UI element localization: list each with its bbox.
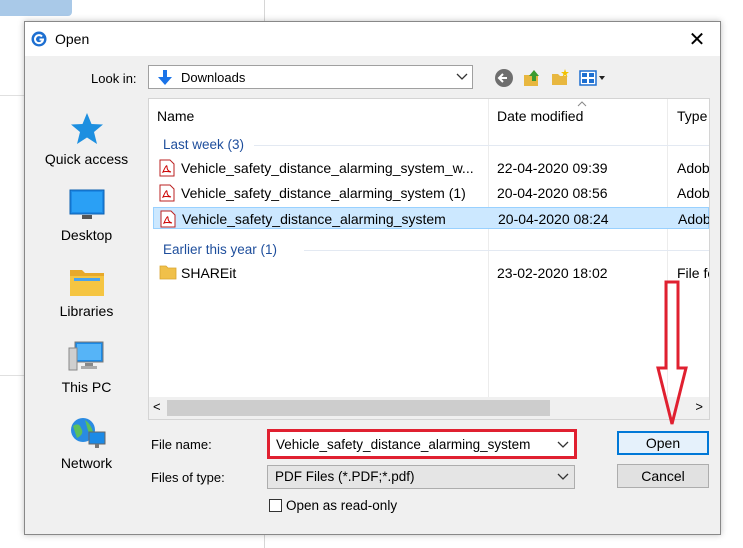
file-name: Vehicle_safety_distance_alarming_system …: [181, 185, 466, 201]
file-row-selected[interactable]: Vehicle_safety_distance_alarming_system …: [153, 207, 709, 229]
look-in-label: Look in:: [91, 71, 137, 86]
place-label: This PC: [61, 379, 112, 395]
file-date: 20-04-2020 08:56: [497, 185, 608, 201]
background-divider-bottom: [0, 375, 24, 376]
file-date: 23-02-2020 18:02: [497, 265, 608, 281]
group-header[interactable]: Last week (3): [163, 137, 244, 152]
file-type-label: Files of type:: [151, 470, 225, 485]
file-row[interactable]: Vehicle_safety_distance_alarming_system …: [153, 182, 709, 204]
pdf-icon: [159, 184, 175, 202]
place-this-pc[interactable]: This PC: [25, 340, 148, 395]
background-button: [0, 0, 72, 16]
desktop-icon: [69, 189, 104, 219]
place-network[interactable]: Network: [25, 416, 148, 471]
place-label: Network: [60, 455, 113, 471]
file-name: Vehicle_safety_distance_alarming_system_…: [181, 160, 474, 176]
group-divider: [254, 145, 709, 146]
file-type-select[interactable]: PDF Files (*.PDF;*.pdf): [267, 465, 575, 489]
up-folder-icon[interactable]: [522, 68, 542, 88]
file-row[interactable]: Vehicle_safety_distance_alarming_system_…: [153, 157, 709, 179]
file-name-input[interactable]: Vehicle_safety_distance_alarming_system: [267, 429, 577, 459]
column-header-type[interactable]: Type: [677, 99, 707, 133]
scroll-thumb[interactable]: [167, 400, 550, 416]
network-icon: [70, 418, 105, 448]
read-only-checkbox[interactable]: [269, 499, 282, 512]
new-folder-icon[interactable]: [550, 68, 570, 88]
places-bar: Quick access Desktop Libraries This PC N…: [25, 98, 148, 471]
open-dialog: Open ✕ Look in: Downloads Quick access D…: [24, 21, 721, 535]
file-name-label: File name:: [151, 437, 212, 452]
column-header-date[interactable]: Date modified: [497, 99, 583, 133]
group-divider: [304, 250, 709, 251]
place-quick-access[interactable]: Quick access: [25, 112, 148, 167]
file-list[interactable]: Name Date modified Type Last week (3) Ve…: [148, 98, 710, 420]
place-label: Quick access: [44, 151, 129, 167]
chevron-down-icon: [557, 473, 569, 480]
scroll-right-button[interactable]: >: [695, 399, 703, 414]
dialog-title: Open: [55, 31, 90, 47]
file-type: Adob: [677, 185, 710, 201]
quick-access-star-icon: [70, 113, 103, 144]
read-only-label: Open as read-only: [286, 498, 398, 513]
look-in-value: Downloads: [181, 70, 246, 85]
file-date: 22-04-2020 09:39: [497, 160, 608, 176]
folder-row[interactable]: SHAREit 23-02-2020 18:02 File fo: [153, 262, 709, 284]
look-in-dropdown[interactable]: Downloads: [148, 65, 473, 89]
open-button[interactable]: Open: [617, 431, 709, 455]
sort-arrow-icon: [577, 101, 587, 107]
column-divider: [488, 99, 489, 419]
title-bar: Open ✕: [25, 22, 720, 56]
this-pc-icon: [68, 341, 103, 371]
cancel-button[interactable]: Cancel: [617, 464, 709, 488]
close-icon: ✕: [688, 28, 706, 51]
read-only-checkbox-row[interactable]: Open as read-only: [269, 498, 397, 513]
place-label: Libraries: [59, 303, 114, 319]
file-type: Adob: [677, 160, 710, 176]
file-type: Adob: [678, 211, 710, 227]
place-libraries[interactable]: Libraries: [25, 264, 148, 319]
column-header-name[interactable]: Name: [157, 99, 194, 133]
place-desktop[interactable]: Desktop: [25, 188, 148, 243]
close-button[interactable]: ✕: [674, 22, 720, 56]
pdf-icon: [159, 159, 175, 177]
scroll-left-button[interactable]: <: [153, 399, 161, 414]
app-icon: [31, 31, 47, 47]
pdf-icon: [160, 210, 176, 228]
file-name-value: Vehicle_safety_distance_alarming_system: [276, 437, 531, 452]
chevron-down-icon: [456, 73, 468, 80]
download-arrow-icon: [158, 70, 172, 85]
file-name: Vehicle_safety_distance_alarming_system: [182, 211, 446, 227]
file-date: 20-04-2020 08:24: [498, 211, 609, 227]
view-menu-icon[interactable]: [578, 68, 608, 88]
file-type-value: PDF Files (*.PDF;*.pdf): [275, 469, 415, 484]
annotation-arrow-icon: [656, 280, 688, 425]
group-header[interactable]: Earlier this year (1): [163, 242, 277, 257]
horizontal-scrollbar[interactable]: < >: [149, 397, 709, 419]
back-icon[interactable]: [494, 68, 514, 88]
libraries-icon: [69, 270, 104, 296]
background-divider-top: [0, 95, 24, 96]
folder-icon: [159, 265, 177, 280]
place-label: Desktop: [60, 227, 113, 243]
file-name: SHAREit: [181, 265, 237, 281]
chevron-down-icon[interactable]: [557, 440, 569, 450]
